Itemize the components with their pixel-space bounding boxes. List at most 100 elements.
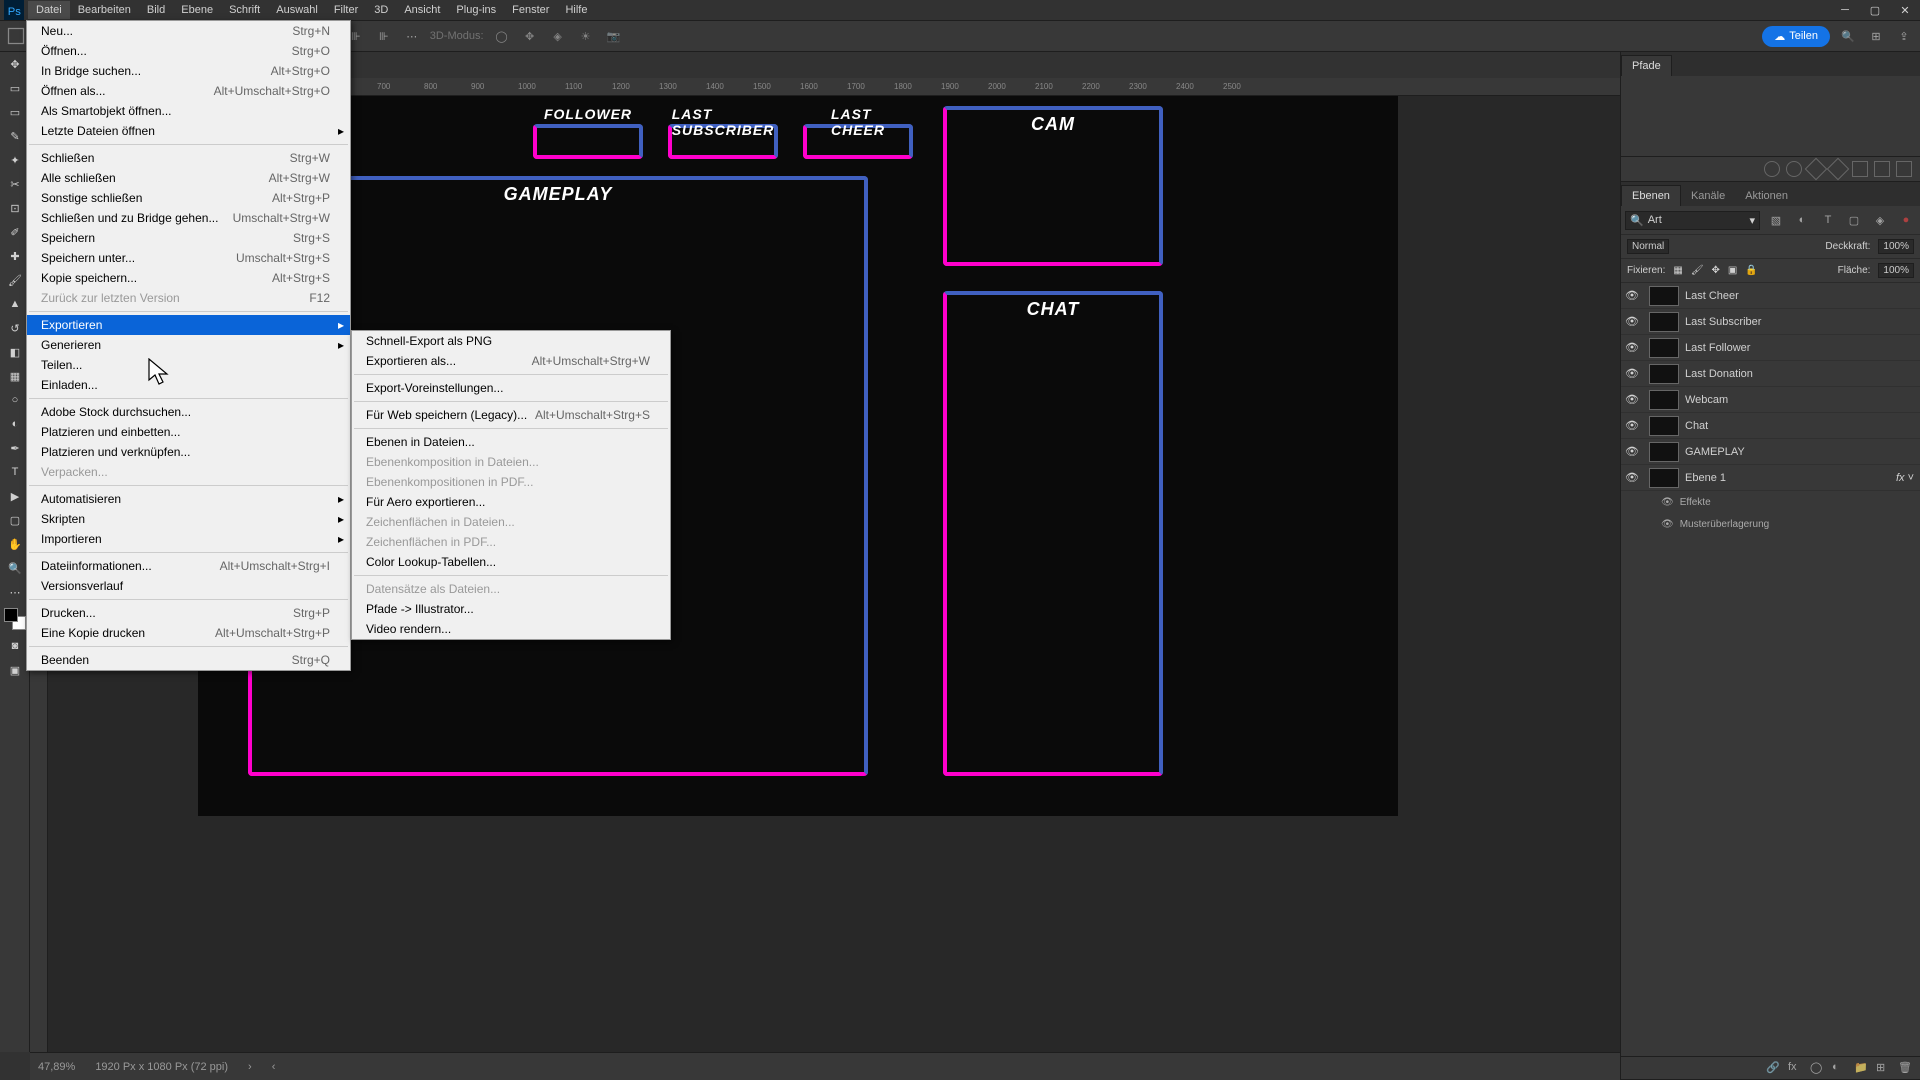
menu-item[interactable]: Als Smartobjekt öffnen... xyxy=(27,101,350,121)
layer-row[interactable]: 👁Last Donation xyxy=(1621,361,1920,387)
chevron-right-icon[interactable]: › xyxy=(248,1061,252,1073)
maximize-button[interactable]: ▢ xyxy=(1860,0,1890,20)
menu-item[interactable]: Video rendern... xyxy=(352,619,670,639)
layer-effect[interactable]: 👁Musterüberlagerung xyxy=(1621,513,1920,535)
menu-item[interactable]: Kopie speichern...Alt+Strg+S xyxy=(27,268,350,288)
menu-item[interactable]: Speichern unter...Umschalt+Strg+S xyxy=(27,248,350,268)
menu-bild[interactable]: Bild xyxy=(139,1,173,19)
menu-item[interactable]: Schließen und zu Bridge gehen...Umschalt… xyxy=(27,208,350,228)
menu-item[interactable]: Color Lookup-Tabellen... xyxy=(352,552,670,572)
layer-row[interactable]: 👁Chat xyxy=(1621,413,1920,439)
menu-item[interactable]: Ebenen in Dateien... xyxy=(352,432,670,452)
menu-filter[interactable]: Filter xyxy=(326,1,366,19)
tool-preset-icon[interactable] xyxy=(6,26,26,46)
filter-toggle-icon[interactable]: ● xyxy=(1896,210,1916,230)
fill-input[interactable]: 100% xyxy=(1878,263,1914,278)
menu-item[interactable]: BeendenStrg+Q xyxy=(27,650,350,670)
fx-icon[interactable]: fx xyxy=(1788,1061,1802,1075)
prop-square3-icon[interactable] xyxy=(1896,161,1912,177)
layer-row[interactable]: 👁Last Cheer xyxy=(1621,283,1920,309)
blend-mode-select[interactable]: Normal xyxy=(1627,239,1669,254)
lock-all-icon[interactable]: 🔒 xyxy=(1745,265,1757,276)
menu-item[interactable]: Exportieren xyxy=(27,315,350,335)
menu-item[interactable]: Für Web speichern (Legacy)...Alt+Umschal… xyxy=(352,405,670,425)
visibility-icon[interactable]: 👁 xyxy=(1621,341,1643,354)
visibility-icon[interactable]: 👁 xyxy=(1621,289,1643,302)
menu-item[interactable]: Importieren xyxy=(27,529,350,549)
mask-icon[interactable]: ◯ xyxy=(1810,1061,1824,1075)
3d-pan-icon[interactable]: ✥ xyxy=(520,26,540,46)
visibility-icon[interactable]: 👁 xyxy=(1661,519,1674,530)
distribute-icon[interactable]: ⊪ xyxy=(374,26,394,46)
layer-row[interactable]: 👁Last Follower xyxy=(1621,335,1920,361)
menu-item[interactable]: Öffnen...Strg+O xyxy=(27,41,350,61)
visibility-icon[interactable]: 👁 xyxy=(1621,315,1643,328)
group-icon[interactable]: 📁 xyxy=(1854,1061,1868,1075)
close-button[interactable]: ✕ xyxy=(1890,0,1920,20)
filter-shape-icon[interactable]: ▢ xyxy=(1844,210,1864,230)
visibility-icon[interactable]: 👁 xyxy=(1621,393,1643,406)
prop-diamond2-icon[interactable] xyxy=(1827,158,1850,181)
menu-ansicht[interactable]: Ansicht xyxy=(396,1,448,19)
tab-aktionen[interactable]: Aktionen xyxy=(1735,186,1798,206)
menu-ebene[interactable]: Ebene xyxy=(173,1,221,19)
more-icon[interactable]: ⋯ xyxy=(402,26,422,46)
visibility-icon[interactable]: 👁 xyxy=(1621,445,1643,458)
link-layers-icon[interactable]: 🔗 xyxy=(1766,1061,1780,1075)
layer-search[interactable]: 🔍 Art ▾ xyxy=(1625,211,1760,230)
menu-item[interactable]: Generieren xyxy=(27,335,350,355)
menu-item[interactable]: Adobe Stock durchsuchen... xyxy=(27,402,350,422)
menu-item[interactable]: Einladen... xyxy=(27,375,350,395)
menu-item[interactable]: Dateiinformationen...Alt+Umschalt+Strg+I xyxy=(27,556,350,576)
visibility-icon[interactable]: 👁 xyxy=(1661,497,1674,508)
tab-kanale[interactable]: Kanäle xyxy=(1681,186,1735,206)
3d-orbit-icon[interactable]: ◯ xyxy=(492,26,512,46)
delete-layer-icon[interactable]: 🗑 xyxy=(1898,1061,1912,1075)
tab-pfade[interactable]: Pfade xyxy=(1621,55,1672,76)
layer-row[interactable]: 👁Ebene 1fx ˅ xyxy=(1621,465,1920,491)
layer-row[interactable]: 👁GAMEPLAY xyxy=(1621,439,1920,465)
zoom-level[interactable]: 47,89% xyxy=(38,1061,75,1073)
menu-item[interactable]: Exportieren als...Alt+Umschalt+Strg+W xyxy=(352,351,670,371)
menu-bearbeiten[interactable]: Bearbeiten xyxy=(70,1,139,19)
menu-item[interactable]: Teilen... xyxy=(27,355,350,375)
menu-hilfe[interactable]: Hilfe xyxy=(557,1,595,19)
prop-square-icon[interactable] xyxy=(1852,161,1868,177)
prop-diamond-icon[interactable] xyxy=(1805,158,1828,181)
3d-light-icon[interactable]: ☀ xyxy=(576,26,596,46)
menu-item[interactable]: In Bridge suchen...Alt+Strg+O xyxy=(27,61,350,81)
visibility-icon[interactable]: 👁 xyxy=(1621,367,1643,380)
menu-item[interactable]: Für Aero exportieren... xyxy=(352,492,670,512)
tab-ebenen[interactable]: Ebenen xyxy=(1621,185,1681,206)
menu-plug-ins[interactable]: Plug-ins xyxy=(448,1,504,19)
workspace-icon[interactable]: ⊞ xyxy=(1866,26,1886,46)
menu-item[interactable]: Versionsverlauf xyxy=(27,576,350,596)
menu-item[interactable]: Neu...Strg+N xyxy=(27,21,350,41)
menu-item[interactable]: Sonstige schließenAlt+Strg+P xyxy=(27,188,350,208)
share-button[interactable]: ☁ Teilen xyxy=(1762,26,1830,47)
menu-item[interactable]: SchließenStrg+W xyxy=(27,148,350,168)
prop-circle2-icon[interactable] xyxy=(1786,161,1802,177)
filter-image-icon[interactable]: ▧ xyxy=(1766,210,1786,230)
menu-item[interactable]: Pfade -> Illustrator... xyxy=(352,599,670,619)
menu-item[interactable]: SpeichernStrg+S xyxy=(27,228,350,248)
layer-effect[interactable]: 👁Effekte xyxy=(1621,491,1920,513)
3d-camera-icon[interactable]: 📷 xyxy=(604,26,624,46)
filter-type-icon[interactable]: T xyxy=(1818,210,1838,230)
lock-artboard-icon[interactable]: ▣ xyxy=(1728,265,1737,276)
menu-schrift[interactable]: Schrift xyxy=(221,1,268,19)
chevron-left-icon[interactable]: ‹ xyxy=(272,1061,276,1073)
layer-row[interactable]: 👁Last Subscriber xyxy=(1621,309,1920,335)
menu-item[interactable]: Schnell-Export als PNG xyxy=(352,331,670,351)
menu-3d[interactable]: 3D xyxy=(366,1,396,19)
color-swatch[interactable] xyxy=(4,608,26,630)
menu-item[interactable]: Letzte Dateien öffnen xyxy=(27,121,350,141)
menu-item[interactable]: Automatisieren xyxy=(27,489,350,509)
menu-item[interactable]: Drucken...Strg+P xyxy=(27,603,350,623)
menu-datei[interactable]: Datei xyxy=(28,1,70,19)
minimize-button[interactable]: ─ xyxy=(1830,0,1860,20)
prop-circle-icon[interactable] xyxy=(1764,161,1780,177)
visibility-icon[interactable]: 👁 xyxy=(1621,419,1643,432)
filter-adjust-icon[interactable]: ◐ xyxy=(1792,210,1812,230)
menu-item[interactable]: Platzieren und verknüpfen... xyxy=(27,442,350,462)
